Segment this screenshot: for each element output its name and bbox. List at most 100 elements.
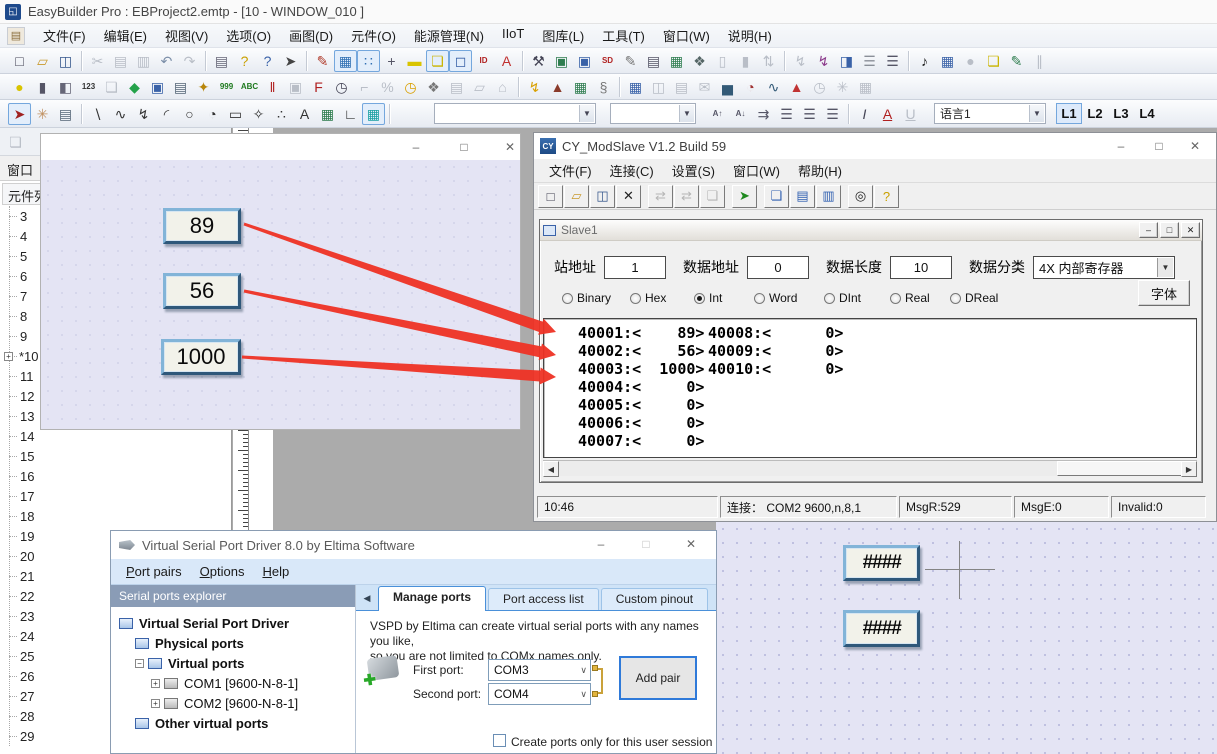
- copy-button[interactable]: ▤: [109, 50, 132, 72]
- bezier-tool-button[interactable]: ∿: [109, 103, 132, 125]
- menu-t[interactable]: 工具(T): [593, 23, 654, 48]
- energy-demand-button[interactable]: ↯: [523, 76, 546, 98]
- cut-button[interactable]: ✂: [86, 50, 109, 72]
- ms-slave-remove-button[interactable]: ⇄: [674, 185, 699, 208]
- numeric-display-button[interactable]: 999: [215, 76, 238, 98]
- clock-object-button[interactable]: ◷: [330, 76, 353, 98]
- font-shrink-button[interactable]: A↓: [729, 103, 752, 125]
- modslave-menu-h[interactable]: 帮助(H): [789, 158, 851, 183]
- modslave-menu-s[interactable]: 设置(S): [663, 158, 724, 183]
- menu-o[interactable]: 元件(O): [342, 23, 405, 48]
- align-center-button[interactable]: ☰: [798, 103, 821, 125]
- history-display-button[interactable]: ◷: [808, 76, 831, 98]
- pass-through-button[interactable]: ⇅: [757, 50, 780, 72]
- slave1-titlebar[interactable]: Slave1 – □ ✕: [540, 220, 1202, 241]
- restore-button[interactable]: □: [1160, 222, 1179, 238]
- comment-display-button[interactable]: ◻: [449, 50, 472, 72]
- text-object-button[interactable]: ▤: [169, 76, 192, 98]
- menu-d[interactable]: 画图(D): [280, 23, 342, 48]
- function-label-button[interactable]: F: [307, 76, 330, 98]
- traffic-light-button[interactable]: ▮: [31, 76, 54, 98]
- offline-simulation-button[interactable]: ▣: [550, 50, 573, 72]
- ms-tile-vertical-button[interactable]: ▥: [816, 185, 841, 208]
- tree-item-other[interactable]: Other virtual ports: [111, 713, 355, 733]
- state-button-l2[interactable]: L2: [1082, 103, 1108, 124]
- screen-window-titlebar[interactable]: – □ ✕: [41, 134, 520, 160]
- mqtt-button[interactable]: ◫: [647, 76, 670, 98]
- vspd-titlebar[interactable]: Virtual Serial Port Driver 8.0 by Eltima…: [111, 531, 716, 559]
- macro-edit-button[interactable]: ✎: [619, 50, 642, 72]
- language-combo[interactable]: 语言1▼: [934, 103, 1046, 124]
- word-switch-button[interactable]: 123: [77, 76, 100, 98]
- ascii-display-button[interactable]: ABC: [238, 76, 261, 98]
- expand-plus-icon[interactable]: +: [151, 699, 160, 708]
- id-display-button[interactable]: ID: [472, 50, 495, 72]
- modslave-titlebar[interactable]: CY CY_ModSlave V1.2 Build 59 – □ ✕: [534, 133, 1216, 159]
- touch-gesture-button[interactable]: ▣: [146, 76, 169, 98]
- polygon-tool-button[interactable]: ✧: [247, 103, 270, 125]
- energy-table-button[interactable]: ▦: [569, 76, 592, 98]
- underline-button[interactable]: U: [899, 103, 922, 125]
- menu-l[interactable]: 图库(L): [533, 23, 593, 48]
- menu-o[interactable]: 选项(O): [217, 23, 280, 48]
- new-file-button[interactable]: □: [8, 50, 31, 72]
- ms-delete-button[interactable]: ✕: [616, 185, 641, 208]
- print-button[interactable]: ▤: [210, 50, 233, 72]
- radio-dreal[interactable]: DReal: [950, 291, 998, 305]
- pick-tool-button[interactable]: ❖: [688, 50, 711, 72]
- scroll-right-arrow[interactable]: ▶: [1181, 461, 1197, 477]
- label-library-button[interactable]: ❏: [982, 50, 1005, 72]
- numeric-object[interactable]: 56: [163, 273, 241, 309]
- align-right-button[interactable]: ☰: [821, 103, 844, 125]
- scheduler-button[interactable]: %: [376, 76, 399, 98]
- field-input-0[interactable]: 1: [604, 256, 666, 279]
- timer-object-button[interactable]: ◷: [399, 76, 422, 98]
- collapse-minus-icon[interactable]: −: [135, 659, 144, 668]
- tree-item-physical[interactable]: Physical ports: [111, 633, 355, 653]
- numeric-object[interactable]: ####: [843, 545, 920, 581]
- radio-word[interactable]: Word: [754, 291, 797, 305]
- state-button-l4[interactable]: L4: [1134, 103, 1160, 124]
- font-color-button[interactable]: A: [876, 103, 899, 125]
- radio-real[interactable]: Real: [890, 291, 930, 305]
- tree-item-virtual[interactable]: Virtual Serial Port Driver: [111, 613, 355, 633]
- recipe-table-button[interactable]: ▦: [665, 50, 688, 72]
- alarm-bar-button[interactable]: ▲: [785, 76, 808, 98]
- modslave-menu-w[interactable]: 窗口(W): [724, 158, 789, 183]
- maximize-button[interactable]: □: [631, 534, 661, 554]
- polyline-tool-button[interactable]: ↯: [132, 103, 155, 125]
- add-pair-button[interactable]: Add pair: [619, 656, 697, 700]
- dot-tool-button[interactable]: ∴: [270, 103, 293, 125]
- scroll-left-arrow[interactable]: ◀: [543, 461, 559, 477]
- data-list-button[interactable]: ☰: [881, 50, 904, 72]
- design-canvas[interactable]: #### ####: [716, 522, 1217, 754]
- file-browser-button[interactable]: ▱: [468, 76, 491, 98]
- minimize-button[interactable]: –: [1139, 222, 1158, 238]
- radio-hex[interactable]: Hex: [630, 291, 666, 305]
- ms-find-button[interactable]: ◎: [848, 185, 873, 208]
- project-protect-button[interactable]: ⌂: [491, 76, 514, 98]
- window-tree-item[interactable]: 16: [0, 466, 231, 486]
- ms-new-button[interactable]: □: [538, 185, 563, 208]
- pie-tool-button[interactable]: ◔: [201, 103, 224, 125]
- menu-f[interactable]: 文件(F): [34, 23, 95, 48]
- ms-tile-horizontal-button[interactable]: ▤: [790, 185, 815, 208]
- find-element-button[interactable]: ➤: [279, 50, 302, 72]
- vspd-menu-options[interactable]: Options: [191, 561, 254, 582]
- radio-binary[interactable]: Binary: [562, 291, 611, 305]
- close-button[interactable]: ✕: [495, 137, 525, 157]
- xy-plot-button[interactable]: ✳: [831, 76, 854, 98]
- save-project-button[interactable]: ◫: [54, 50, 77, 72]
- ruler-guides-button[interactable]: ▦: [334, 50, 357, 72]
- align-left-button[interactable]: ☰: [775, 103, 798, 125]
- tab-manage-ports[interactable]: Manage ports: [378, 586, 486, 611]
- paste-button[interactable]: ▥: [132, 50, 155, 72]
- demand-setting-button[interactable]: ▲: [546, 76, 569, 98]
- minimize-button[interactable]: –: [401, 137, 431, 157]
- ms-cascade-button[interactable]: ❏: [764, 185, 789, 208]
- state-button-l1[interactable]: L1: [1056, 103, 1082, 124]
- numeric-object[interactable]: ####: [843, 610, 920, 647]
- bar-graph-button[interactable]: ▅: [716, 76, 739, 98]
- modslave-menu-c[interactable]: 连接(C): [601, 158, 663, 183]
- opc-ua-button[interactable]: ▤: [670, 76, 693, 98]
